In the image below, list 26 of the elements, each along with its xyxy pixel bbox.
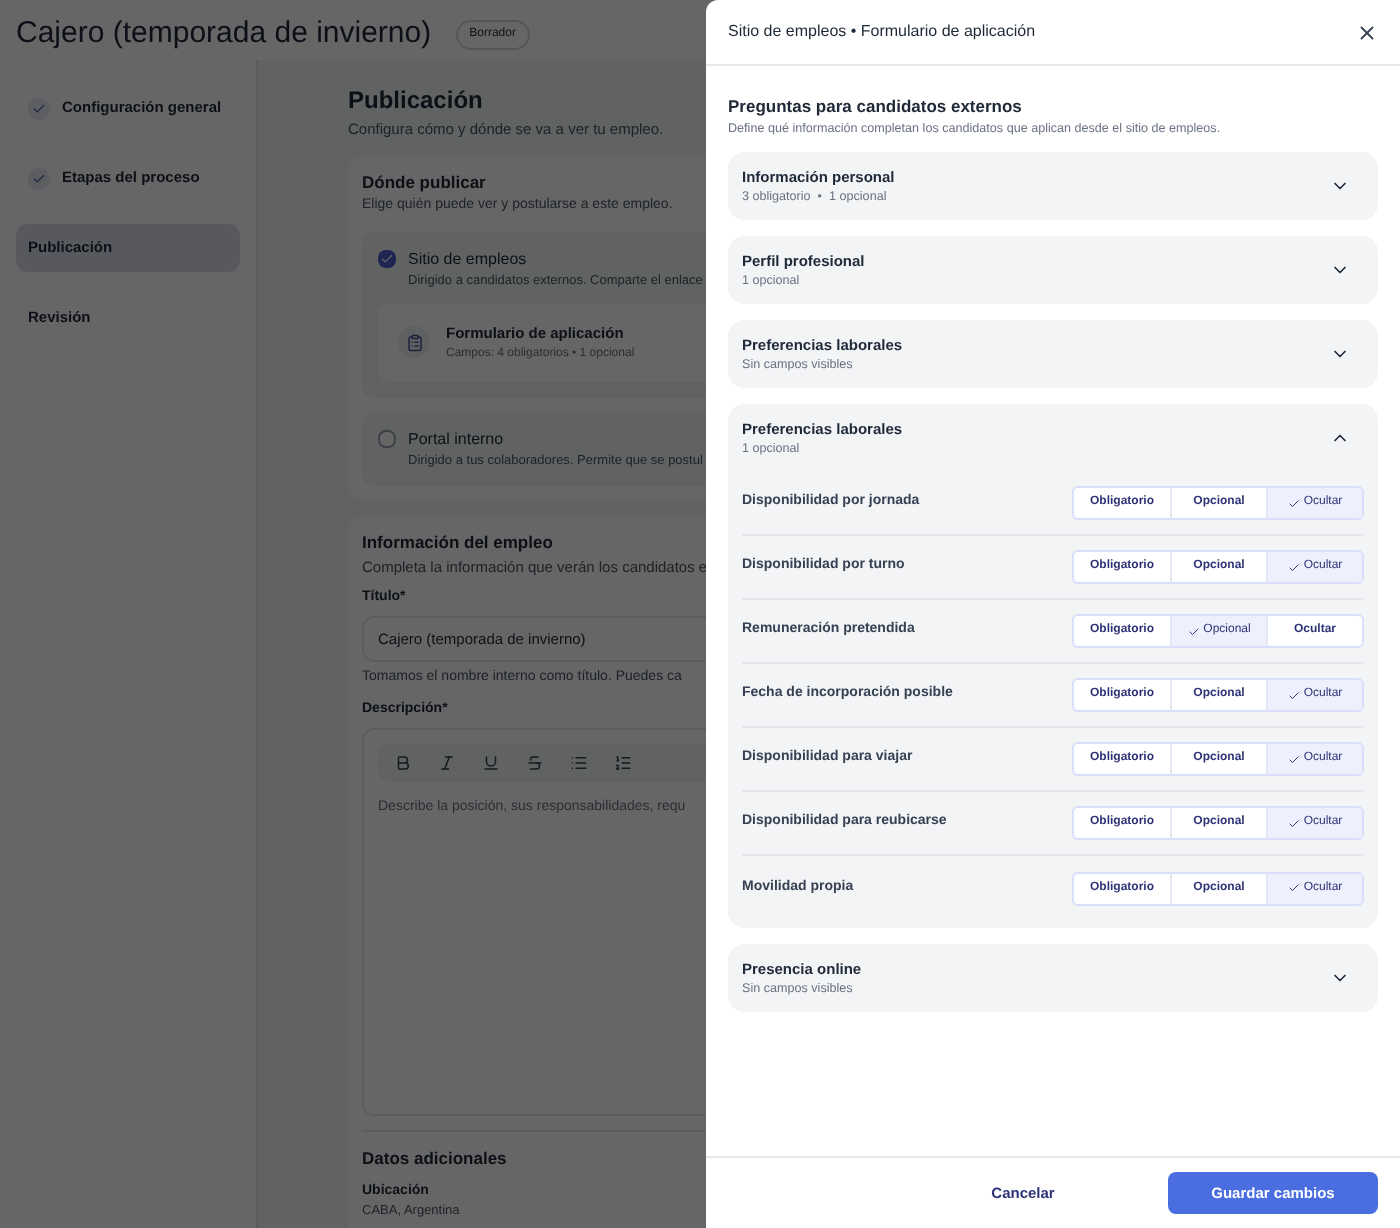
check-icon [1287, 753, 1300, 766]
underline-icon[interactable] [482, 754, 500, 772]
section-title: Preguntas para candidatos externos [728, 94, 1024, 120]
check-icon [1287, 817, 1300, 830]
check-icon [1287, 561, 1300, 574]
check-icon [1187, 625, 1200, 638]
bold-icon[interactable] [394, 754, 412, 772]
checkbox[interactable] [378, 249, 396, 267]
card-title: Datos adicionales [362, 1146, 507, 1172]
numbered-list-icon[interactable] [614, 754, 632, 772]
bullet-list-icon[interactable] [570, 754, 588, 772]
strikethrough-icon[interactable] [526, 754, 544, 772]
italic-icon[interactable] [438, 754, 456, 772]
check-icon [1287, 497, 1300, 510]
check-icon [1287, 882, 1300, 895]
channel-label: Sitio de empleos [408, 247, 527, 271]
close-icon[interactable] [1356, 21, 1378, 43]
channel-label: Portal interno [408, 427, 504, 451]
section-title: Publicación [348, 84, 483, 118]
clipboard-icon [398, 326, 430, 359]
card-title: Información del empleo [362, 530, 553, 556]
page-title: Cajero (temporada de invierno) [16, 13, 432, 54]
drawer-title: Sitio de empleos • Formulario de aplicación [728, 20, 1036, 44]
check-icon [1287, 689, 1300, 702]
checkbox[interactable] [378, 429, 396, 447]
card-title: Dónde publicar [362, 170, 486, 196]
